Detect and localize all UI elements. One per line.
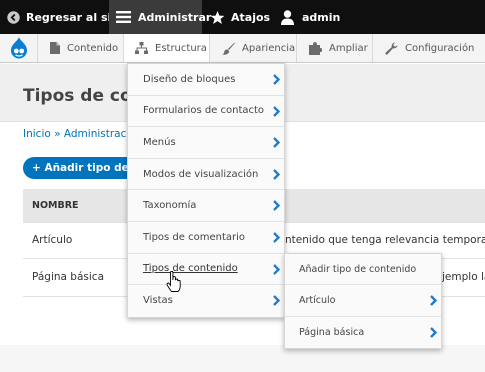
drupal-home-link[interactable] bbox=[0, 34, 38, 62]
breadcrumb[interactable]: Inicio » Administració bbox=[23, 128, 136, 140]
dropdown-item-menus[interactable]: Menús bbox=[128, 127, 284, 159]
table-row-name: Artículo bbox=[32, 234, 73, 246]
puzzle-icon bbox=[309, 41, 322, 55]
admin-menu-bar: Contenido Estructura Apariencia Ampliar … bbox=[0, 34, 485, 63]
structure-icon bbox=[135, 42, 148, 54]
dropdown-item-vistas[interactable]: Vistas bbox=[128, 285, 284, 317]
admin-toolbar: Regresar al sitio Administrar Atajos adm… bbox=[0, 0, 485, 34]
estructura-dropdown: Diseño de bloques Formularios de contact… bbox=[127, 63, 285, 318]
document-icon bbox=[50, 42, 60, 54]
wrench-icon bbox=[385, 42, 398, 55]
submenu-item-articulo[interactable]: Artículo bbox=[285, 285, 441, 317]
menu-ampliar-label: Ampliar bbox=[329, 42, 368, 54]
dropdown-item-tipos-de-contenido[interactable]: Tipos de contenido bbox=[128, 254, 284, 286]
dropdown-item-diseno-de-bloques[interactable]: Diseño de bloques bbox=[128, 64, 284, 96]
user-label: admin bbox=[302, 10, 341, 24]
chevron-right-icon bbox=[273, 74, 281, 85]
shortcuts-label: Atajos bbox=[231, 10, 271, 24]
chevron-right-icon bbox=[430, 295, 438, 307]
menu-apariencia[interactable]: Apariencia bbox=[210, 34, 297, 62]
chevron-right-icon bbox=[273, 168, 281, 180]
menu-estructura[interactable]: Estructura bbox=[124, 34, 210, 62]
menu-configuracion-label: Configuración bbox=[405, 42, 475, 54]
dropdown-item-tipos-de-comentario[interactable]: Tipos de comentario bbox=[128, 222, 284, 254]
chevron-right-icon bbox=[273, 232, 281, 243]
menu-apariencia-label: Apariencia bbox=[242, 42, 296, 54]
table-row-name: Página básica bbox=[32, 271, 104, 283]
menu-estructura-label: Estructura bbox=[155, 42, 207, 54]
dropdown-item-formularios-de-contacto[interactable]: Formularios de contacto bbox=[128, 96, 284, 128]
hand-cursor-icon bbox=[166, 271, 181, 292]
page-footer-area bbox=[0, 345, 485, 372]
shortcuts-button[interactable]: Atajos bbox=[210, 0, 270, 34]
menu-contenido-label: Contenido bbox=[67, 42, 119, 54]
dropdown-item-taxonomia[interactable]: Taxonomía bbox=[128, 190, 284, 222]
chevron-right-icon bbox=[273, 200, 281, 212]
user-icon bbox=[281, 9, 294, 25]
column-header-name[interactable]: NOMBRE bbox=[32, 200, 79, 211]
chevron-right-icon bbox=[430, 326, 438, 338]
paintbrush-icon bbox=[222, 42, 235, 55]
chevron-right-icon bbox=[273, 137, 281, 149]
chevron-right-icon bbox=[273, 263, 281, 275]
star-icon bbox=[210, 10, 225, 24]
hamburger-icon bbox=[116, 11, 131, 23]
drupal-logo-icon bbox=[10, 37, 27, 59]
submenu-item-anadir-tipo-de-contenido[interactable]: Añadir tipo de contenido bbox=[285, 254, 441, 286]
submenu-item-pagina-basica[interactable]: Página básica bbox=[285, 317, 441, 348]
back-arrow-icon bbox=[7, 10, 20, 24]
chevron-right-icon bbox=[273, 105, 281, 117]
table-row-description: jemplo la bbox=[442, 271, 485, 283]
menu-contenido[interactable]: Contenido bbox=[38, 34, 124, 62]
menu-configuracion[interactable]: Configuración bbox=[373, 34, 485, 62]
administrar-label: Administrar bbox=[138, 10, 212, 24]
user-menu-button[interactable]: admin bbox=[281, 0, 340, 34]
menu-ampliar[interactable]: Ampliar bbox=[297, 34, 373, 62]
table-row-description: ntenido que tenga relevancia temporal c bbox=[285, 234, 485, 246]
tipos-de-contenido-submenu: Añadir tipo de contenido Artículo Página… bbox=[284, 253, 442, 349]
administrar-menu-button[interactable]: Administrar bbox=[109, 0, 211, 34]
dropdown-item-modos-de-visualizacion[interactable]: Modos de visualización bbox=[128, 159, 284, 191]
chevron-right-icon bbox=[273, 295, 281, 306]
